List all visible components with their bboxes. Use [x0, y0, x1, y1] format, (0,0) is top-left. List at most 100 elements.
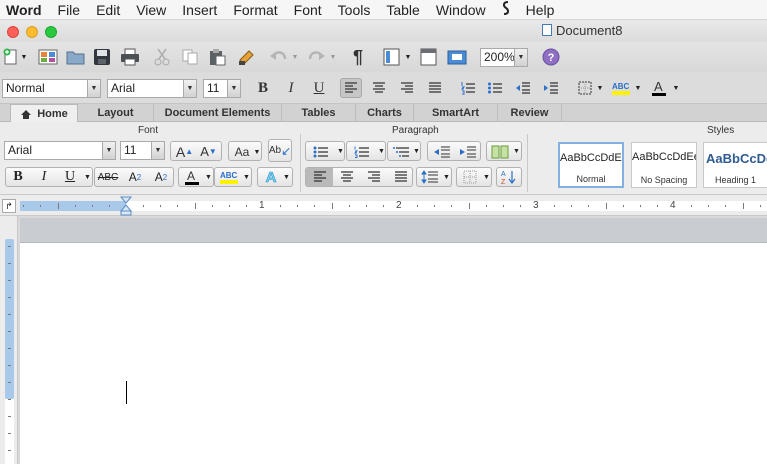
- style-select[interactable]: Normal ▼: [2, 79, 101, 98]
- text-effects-button[interactable]: A ▼: [257, 167, 293, 187]
- increase-indent-button[interactable]: [540, 78, 562, 98]
- ribbon-align-center-icon[interactable]: [333, 168, 360, 186]
- document-page[interactable]: [20, 243, 767, 464]
- ribbon-bold-button[interactable]: B: [6, 168, 30, 186]
- menu-insert[interactable]: Insert: [174, 0, 225, 20]
- ribbon-font-select[interactable]: Arial ▼: [4, 141, 116, 160]
- menu-font[interactable]: Font: [286, 0, 330, 20]
- ribbon-font-color-button[interactable]: A ▼: [178, 167, 214, 187]
- menu-table[interactable]: Table: [378, 0, 427, 20]
- underline-dropdown[interactable]: ▼: [83, 172, 92, 182]
- menu-view[interactable]: View: [128, 0, 174, 20]
- menu-window[interactable]: Window: [428, 0, 494, 20]
- open-folder-icon[interactable]: [66, 47, 86, 67]
- ribbon-justify-icon[interactable]: [387, 168, 414, 186]
- menu-app-word[interactable]: Word: [0, 0, 50, 20]
- bulleted-list-button[interactable]: [484, 78, 506, 98]
- paragraph-borders-button[interactable]: ▼: [456, 167, 492, 187]
- decrease-indent-icon[interactable]: [429, 143, 454, 160]
- change-case-button[interactable]: Aa ▼: [228, 141, 262, 161]
- clear-formatting-button[interactable]: Ab ↙: [268, 139, 292, 162]
- sidebar-icon[interactable]: [418, 47, 440, 67]
- underline-button[interactable]: U: [308, 78, 330, 98]
- increase-indent-icon[interactable]: [455, 143, 480, 160]
- redo-dropdown[interactable]: ▼: [329, 51, 337, 63]
- tab-layout[interactable]: Layout: [78, 104, 154, 122]
- new-document-icon[interactable]: [2, 47, 20, 67]
- highlight-button[interactable]: ABC: [610, 78, 632, 98]
- tab-charts[interactable]: Charts: [356, 104, 414, 122]
- new-document-dropdown[interactable]: ▼: [20, 51, 28, 63]
- bullets-button[interactable]: ▼: [305, 141, 345, 161]
- zoom-window-button[interactable]: [45, 26, 57, 38]
- view-layout-dropdown[interactable]: ▼: [404, 51, 412, 63]
- shrink-font-icon[interactable]: A ▼: [197, 143, 220, 160]
- format-painter-icon[interactable]: [236, 47, 258, 67]
- multilevel-list-button[interactable]: ▼: [387, 141, 421, 161]
- cut-icon[interactable]: [152, 47, 172, 67]
- menu-format[interactable]: Format: [225, 0, 285, 20]
- tab-document-elements[interactable]: Document Elements: [154, 104, 282, 122]
- style-heading-1[interactable]: AaBbCcDd Heading 1: [703, 142, 767, 188]
- redo-icon[interactable]: [305, 47, 327, 67]
- undo-icon[interactable]: [268, 47, 290, 67]
- align-right-button[interactable]: [396, 78, 418, 98]
- tab-tables[interactable]: Tables: [282, 104, 356, 122]
- tab-smartart[interactable]: SmartArt: [414, 104, 498, 122]
- numbering-button[interactable]: ▼: [346, 141, 386, 161]
- menu-edit[interactable]: Edit: [88, 0, 128, 20]
- copy-icon[interactable]: [180, 47, 200, 67]
- highlight-dropdown[interactable]: ▼: [634, 82, 642, 94]
- bold-button[interactable]: B: [252, 78, 274, 98]
- zoom-select[interactable]: 200% ▼: [480, 48, 528, 67]
- tab-home[interactable]: Home: [10, 104, 78, 123]
- pilcrow-icon[interactable]: ¶: [347, 46, 369, 68]
- menu-tools[interactable]: Tools: [330, 0, 379, 20]
- menu-help[interactable]: Help: [518, 0, 563, 20]
- print-icon[interactable]: [119, 47, 141, 67]
- superscript-icon[interactable]: A2: [122, 168, 148, 186]
- gallery-icon[interactable]: [37, 47, 59, 67]
- tab-review[interactable]: Review: [498, 104, 562, 122]
- ribbon-highlight-button[interactable]: ABC ▼: [214, 167, 252, 187]
- vertical-ruler[interactable]: [0, 216, 18, 464]
- justify-button[interactable]: [424, 78, 446, 98]
- italic-button[interactable]: I: [280, 78, 302, 98]
- ribbon-underline-button[interactable]: U: [58, 168, 82, 186]
- menu-file[interactable]: File: [50, 0, 89, 20]
- toolbox-icon[interactable]: [446, 47, 468, 67]
- align-left-button[interactable]: [340, 78, 362, 98]
- font-color-dropdown[interactable]: ▼: [672, 82, 680, 94]
- style-normal[interactable]: AaBbCcDdEe Normal: [558, 142, 624, 188]
- borders-dropdown[interactable]: ▼: [596, 82, 604, 94]
- columns-button[interactable]: ▼: [486, 141, 522, 161]
- borders-button[interactable]: [574, 78, 596, 98]
- indent-marker[interactable]: [120, 196, 132, 216]
- close-window-button[interactable]: [7, 26, 19, 38]
- view-layout-icon[interactable]: [381, 47, 403, 67]
- script-menu-icon[interactable]: [494, 0, 518, 20]
- decrease-indent-button[interactable]: [512, 78, 534, 98]
- horizontal-ruler[interactable]: ↱ 1 2 3 4: [0, 196, 767, 216]
- undo-dropdown[interactable]: ▼: [291, 51, 299, 63]
- ribbon-italic-button[interactable]: I: [32, 168, 56, 186]
- strikethrough-icon[interactable]: ABC: [95, 168, 121, 186]
- font-color-button[interactable]: A: [648, 78, 670, 98]
- ribbon-size-select[interactable]: 11 ▼: [120, 141, 165, 160]
- ribbon-align-left-icon[interactable]: [306, 168, 333, 186]
- tab-stop-selector-icon[interactable]: ↱: [2, 199, 16, 213]
- paste-icon[interactable]: [207, 47, 227, 67]
- numbered-list-button[interactable]: [457, 78, 479, 98]
- style-no-spacing[interactable]: AaBbCcDdEe No Spacing: [631, 142, 697, 188]
- subscript-icon[interactable]: A2: [148, 168, 174, 186]
- font-select[interactable]: Arial ▼: [107, 79, 197, 98]
- font-size-select[interactable]: 11 ▼: [203, 79, 241, 98]
- sort-button[interactable]: AZ: [496, 167, 522, 187]
- help-icon[interactable]: ?: [540, 47, 562, 67]
- line-spacing-button[interactable]: ▼: [416, 167, 452, 187]
- grow-font-icon[interactable]: A ▲: [173, 143, 196, 160]
- align-center-button[interactable]: [368, 78, 390, 98]
- minimize-window-button[interactable]: [26, 26, 38, 38]
- save-icon[interactable]: [92, 47, 112, 67]
- ribbon-align-right-icon[interactable]: [360, 168, 387, 186]
